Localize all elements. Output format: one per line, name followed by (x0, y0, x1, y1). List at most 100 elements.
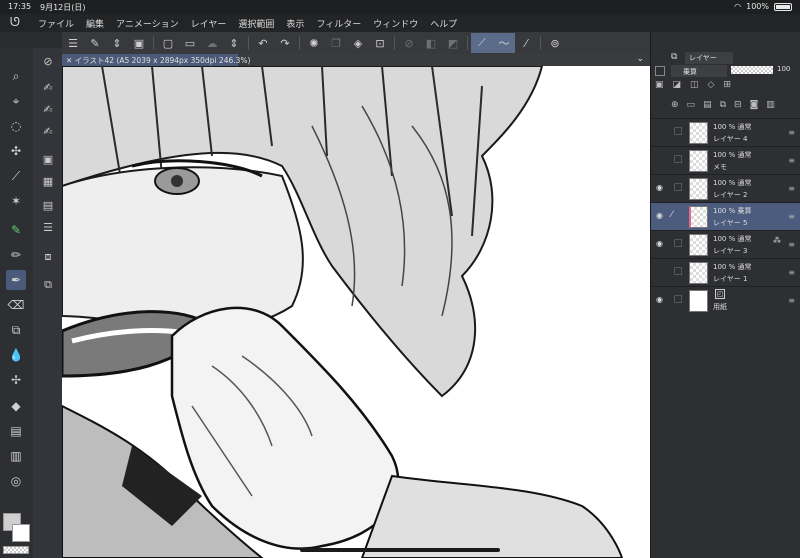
menu-filter[interactable]: フィルター (316, 17, 361, 30)
sub-tool-brush-c-icon[interactable]: ✍ (39, 122, 57, 140)
new-layer-icon[interactable]: ⊕ (671, 100, 687, 110)
new-layer-icon[interactable]: ▣ (128, 33, 150, 53)
layer-menu-icon[interactable]: ≡ (788, 296, 795, 305)
sparkle-icon[interactable]: ✶ (6, 191, 26, 211)
pencil-icon[interactable]: ✏ (6, 245, 26, 265)
sub-tool-layer-icon[interactable]: ▣ (39, 150, 57, 168)
menu-file[interactable]: ファイル (38, 17, 74, 30)
zoom-icon[interactable]: ⌕ (6, 66, 26, 86)
opacity-value[interactable]: 100 (777, 65, 790, 73)
drawing-canvas[interactable] (62, 66, 650, 558)
clip-icon[interactable]: ◪ (673, 80, 691, 90)
draft-icon[interactable]: ◇ (708, 80, 724, 90)
gradient-icon[interactable]: ▥ (6, 446, 26, 466)
layer-menu-icon[interactable]: ≡ (788, 184, 795, 193)
frame-icon[interactable]: ▤ (6, 421, 26, 441)
menu-edit[interactable]: 編集 (86, 17, 104, 30)
gradient-icon[interactable]: ◧ (420, 33, 442, 53)
menu-help[interactable]: ヘルプ (430, 17, 457, 30)
sub-tool-doc-icon[interactable]: ▤ (39, 196, 57, 214)
trash-icon[interactable]: ▥ (766, 100, 783, 110)
layer-row[interactable]: ◉ 100 % 通常 レイヤー 3 ⁂ ≡ (651, 230, 800, 258)
layer-checkbox[interactable] (674, 239, 682, 247)
document-tab[interactable]: ✕ イラスト42 (A5 2039 x 2894px 350dpi 246.3%… (62, 54, 250, 66)
layer-menu-icon[interactable]: ≡ (788, 156, 795, 165)
layer-row-selected[interactable]: ◉ ⁄ 100 % 乗算 レイヤー 5 ≡ (651, 202, 800, 230)
transform-icon[interactable]: ⊡ (369, 33, 391, 53)
sub-color-swatch[interactable] (12, 524, 30, 542)
ruler-snap-icon[interactable]: ⟋ (471, 33, 493, 53)
undo-icon[interactable]: ↶ (252, 33, 274, 53)
visibility-icon[interactable]: ◉ (656, 183, 666, 192)
menu-selection[interactable]: 選択範囲 (238, 17, 274, 30)
menu-window[interactable]: ウィンドウ (373, 17, 418, 30)
fill-icon[interactable]: ◈ (347, 33, 369, 53)
paper-layer-row[interactable]: ◉ ◰ 用紙 ≡ (651, 286, 800, 314)
layer-menu-icon[interactable]: ≡ (788, 240, 795, 249)
layer-row[interactable]: 100 % 通常 レイヤー 1 ≡ (651, 258, 800, 286)
layer-checkbox[interactable] (674, 295, 682, 303)
decoration-icon[interactable]: ✢ (6, 370, 26, 390)
eyedropper-icon[interactable]: ⟋ (6, 166, 26, 186)
app-logo-icon[interactable]: ᘎ (10, 15, 20, 30)
crop-icon[interactable]: ⊘ (398, 33, 420, 53)
palette-color-icon[interactable] (655, 66, 665, 76)
ruler-icon[interactable]: ◎ (6, 471, 26, 491)
cloud-icon[interactable]: ☁ (201, 33, 223, 53)
layer-row[interactable]: ◉ 100 % 通常 レイヤー 2 ≡ (651, 174, 800, 202)
pen-green-icon[interactable]: ✎ (6, 220, 26, 240)
blend-mode-select[interactable]: 乗算 (671, 65, 727, 77)
layer-checkbox[interactable] (674, 183, 682, 191)
visibility-icon[interactable]: ◉ (656, 211, 666, 220)
menu-view[interactable]: 表示 (286, 17, 304, 30)
menu-animation[interactable]: アニメーション (116, 17, 179, 30)
stabilizer-icon[interactable]: 〜 (493, 33, 515, 53)
hamburger-menu-icon[interactable]: ☰ (62, 33, 84, 53)
new-file-icon[interactable]: ▢ (157, 33, 179, 53)
spinner-icon[interactable]: ✺ (303, 33, 325, 53)
sub-tool-export-icon[interactable]: ⧉ (39, 276, 57, 294)
ref-icon[interactable]: ◫ (690, 80, 708, 90)
menu-layer[interactable]: レイヤー (191, 17, 227, 30)
quick-access-icon[interactable]: ⊚ (544, 33, 566, 53)
mask-icon[interactable]: ◩ (442, 33, 464, 53)
chevron-down-icon[interactable]: ⌄ (636, 54, 644, 64)
eraser-icon[interactable]: ⌫ (6, 295, 26, 315)
visibility-icon[interactable]: ◉ (656, 295, 666, 304)
merge-icon[interactable]: ⊟ (734, 100, 750, 110)
sub-tool-cancel-icon[interactable]: ⊘ (39, 52, 57, 70)
layer-row[interactable]: 100 % 通常 メモ ≡ (651, 146, 800, 174)
operation-icon[interactable]: ⌖ (6, 91, 26, 111)
sub-tool-grid-icon[interactable]: ▦ (39, 172, 57, 190)
ink-drop-icon[interactable]: 💧 (6, 345, 26, 365)
move-icon[interactable]: ✣ (6, 141, 26, 161)
copy-icon[interactable]: ❐ (325, 33, 347, 53)
layer-checkbox[interactable] (674, 127, 682, 135)
fill-bucket-icon[interactable]: ◆ (6, 396, 26, 416)
transparent-swatch[interactable] (3, 546, 29, 554)
redo-icon[interactable]: ↷ (274, 33, 296, 53)
layer-checkbox[interactable] (674, 155, 682, 163)
sub-tool-list-icon[interactable]: ☰ (39, 218, 57, 236)
sub-tool-brush-b-icon[interactable]: ✍ (39, 100, 57, 118)
layer-menu-icon[interactable]: ≡ (788, 128, 795, 137)
opacity-slider[interactable] (731, 66, 773, 74)
pen-pressure-icon[interactable]: ⁄ (515, 33, 537, 53)
mask-icon[interactable]: ◙ (750, 100, 767, 110)
sub-tool-stack-icon[interactable]: ⧈ (39, 248, 57, 266)
brush-icon[interactable]: ✒ (6, 270, 26, 290)
stepper-icon-2[interactable]: ⇕ (223, 33, 245, 53)
layer-panel-tab[interactable]: レイヤー (685, 52, 733, 64)
blend-icon[interactable]: ⧉ (6, 320, 26, 340)
color-icon[interactable]: ⊞ (723, 80, 740, 90)
edit-icon[interactable]: ✎ (84, 33, 106, 53)
layer-row[interactable]: 100 % 通常 レイヤー 4 ≡ (651, 118, 800, 146)
layer-menu-icon[interactable]: ≡ (788, 268, 795, 277)
folder-icon[interactable]: ▤ (703, 100, 720, 110)
sub-tool-brush-a-icon[interactable]: ✍ (39, 78, 57, 96)
duplicate-icon[interactable]: ⧉ (720, 100, 734, 110)
open-folder-icon[interactable]: ▭ (179, 33, 201, 53)
visibility-icon[interactable]: ◉ (656, 239, 666, 248)
layer-checkbox[interactable] (674, 267, 682, 275)
stepper-icon[interactable]: ⇕ (106, 33, 128, 53)
